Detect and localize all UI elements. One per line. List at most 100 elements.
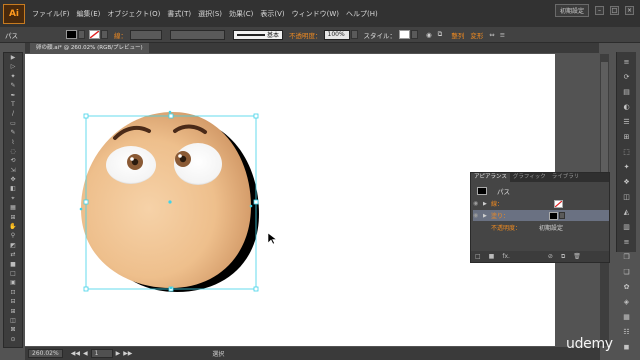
appearance-opacity-row[interactable]: 不透明度： 初期設定 — [473, 222, 609, 233]
prev-artboard-icon[interactable]: ◀ — [83, 350, 88, 357]
align-link[interactable]: 整列 — [451, 30, 464, 40]
workspace-switcher[interactable]: 初期設定 — [554, 4, 589, 17]
next-artboard-icon[interactable]: ▶ — [116, 350, 121, 357]
opacity-label[interactable]: 不透明度： — [289, 30, 322, 40]
tool-icon[interactable]: ✎ — [6, 129, 20, 137]
panel-toggle-icon[interactable]: ◭ — [620, 207, 634, 217]
last-artboard-icon[interactable]: ▶▶ — [123, 350, 132, 357]
tool-icon[interactable]: ⟲ — [6, 157, 20, 165]
transform-link[interactable]: 変形 — [470, 30, 483, 40]
tool-icon[interactable]: ▦ — [6, 204, 20, 212]
tab-libraries[interactable]: ライブラリ — [549, 173, 583, 182]
stroke-none-swatch[interactable] — [554, 199, 563, 208]
tool-icon[interactable]: T — [6, 101, 20, 109]
stroke-weight-label[interactable]: 線： — [114, 30, 127, 40]
panel-toggle-icon[interactable]: ❖ — [620, 177, 634, 187]
tool-icon[interactable]: ✎ — [6, 82, 20, 90]
tab-appearance[interactable]: アピアランス — [471, 173, 510, 182]
tool-icon[interactable]: ⊞ — [6, 214, 20, 222]
graphic-style-swatch[interactable] — [399, 30, 410, 39]
tool-icon[interactable]: ⚲ — [6, 232, 20, 240]
flip-icon[interactable]: ⇔ — [489, 31, 494, 39]
tool-icon[interactable]: / — [6, 110, 20, 118]
tool-icon[interactable]: ⌇ — [6, 139, 20, 147]
fill-swatch[interactable] — [66, 30, 77, 39]
tool-icon[interactable]: ◫ — [6, 317, 20, 325]
menu-item[interactable]: ウィンドウ(W) — [292, 9, 339, 19]
scroll-thumb[interactable] — [601, 62, 608, 182]
expand-triangle-icon[interactable]: ▶ — [483, 213, 491, 219]
tool-icon[interactable]: ▶ — [6, 54, 20, 62]
panel-toggle-icon[interactable]: ❒ — [620, 252, 634, 262]
visibility-eye-icon[interactable]: ◉ — [473, 212, 483, 219]
tool-icon[interactable]: ✋ — [6, 223, 20, 231]
tool-icon[interactable]: ◩ — [6, 242, 20, 250]
tool-icon[interactable]: □ — [6, 270, 20, 278]
opacity-field[interactable]: 100% — [323, 29, 350, 40]
panel-toggle-icon[interactable]: ☷ — [620, 327, 634, 337]
expand-triangle-icon[interactable]: ▶ — [483, 201, 491, 207]
isolate-icon[interactable]: ⧉ — [438, 30, 443, 39]
panel-toggle-icon[interactable]: ▥ — [620, 222, 634, 232]
tool-icon[interactable]: ✦ — [6, 73, 20, 81]
fill-dropdown[interactable] — [78, 30, 85, 39]
tool-icon[interactable]: ⊠ — [6, 326, 20, 334]
style-dropdown[interactable] — [411, 30, 418, 39]
opacity-row-label[interactable]: 不透明度： — [491, 223, 539, 232]
panel-toggle-icon[interactable]: ◈ — [620, 297, 634, 307]
menu-item[interactable]: ヘルプ(H) — [346, 9, 378, 19]
brush-definition[interactable]: 基本 — [233, 29, 283, 40]
tool-icon[interactable]: ◌ — [6, 148, 20, 156]
panel-toggle-icon[interactable]: ⊞ — [620, 132, 634, 142]
tool-icon[interactable]: ◧ — [6, 185, 20, 193]
tool-icon[interactable]: ▣ — [6, 279, 20, 287]
tool-icon[interactable]: ⊟ — [6, 298, 20, 306]
tool-icon[interactable]: ⇲ — [6, 167, 20, 175]
tool-icon[interactable]: ⊞ — [6, 308, 20, 316]
menu-item[interactable]: 表示(V) — [260, 9, 284, 19]
panel-toggle-icon[interactable]: ⬚ — [620, 147, 634, 157]
maximize-button[interactable]: □ — [610, 6, 619, 15]
panel-toggle-icon[interactable]: ◫ — [620, 192, 634, 202]
fill-row-label[interactable]: 塗り： — [491, 211, 539, 220]
menu-item[interactable]: オブジェクト(O) — [107, 9, 160, 19]
tool-icon[interactable]: ⊡ — [6, 289, 20, 297]
recolor-icon[interactable]: ◉ — [426, 31, 432, 39]
fill-row-dropdown[interactable] — [559, 212, 565, 219]
menu-item[interactable]: 編集(E) — [77, 9, 101, 19]
panel-toggle-icon[interactable]: ❏ — [620, 267, 634, 277]
close-button[interactable]: × — [625, 6, 634, 15]
tool-icon[interactable]: ✒ — [6, 92, 20, 100]
stroke-dropdown[interactable] — [101, 30, 108, 39]
panel-toggle-icon[interactable]: ◐ — [620, 102, 634, 112]
menu-item[interactable]: 選択(S) — [198, 9, 222, 19]
visibility-eye-icon[interactable]: ◉ — [473, 200, 483, 207]
menu-item[interactable]: ファイル(F) — [32, 9, 70, 19]
panel-menu-icon[interactable]: ≡ — [500, 31, 505, 39]
status-text[interactable]: 選択 — [212, 349, 224, 358]
duplicate-item-icon[interactable]: ⧉ — [561, 253, 565, 261]
zoom-field[interactable]: 260.02% — [28, 349, 63, 358]
panel-toggle-icon[interactable]: ☰ — [620, 117, 634, 127]
appearance-stroke-row[interactable]: ◉ ▶ 線： — [473, 198, 609, 209]
appearance-fill-row[interactable]: ◉ ▶ 塗り： — [473, 210, 609, 221]
menu-item[interactable]: 書式(T) — [167, 9, 191, 19]
panel-toggle-icon[interactable]: ⟳ — [620, 72, 634, 82]
menu-item[interactable]: 効果(C) — [229, 9, 253, 19]
stroke-swatch[interactable] — [89, 30, 100, 39]
document-tab[interactable]: 卵の顔.ai* @ 260.02% (RGB/プレビュー) — [30, 43, 149, 53]
variable-width-profile[interactable] — [170, 29, 225, 40]
first-artboard-icon[interactable]: ◀◀ — [71, 350, 80, 357]
tool-icon[interactable]: ▷ — [6, 63, 20, 71]
opacity-dropdown[interactable] — [350, 30, 358, 39]
tool-icon[interactable]: ⊙ — [6, 336, 20, 344]
add-fill-icon[interactable]: ■ — [489, 253, 495, 260]
tool-icon[interactable]: ⇄ — [6, 251, 20, 259]
tool-icon[interactable]: ■ — [6, 261, 20, 269]
panel-toggle-icon[interactable]: ▦ — [620, 312, 634, 322]
minimize-button[interactable]: – — [595, 6, 604, 15]
delete-item-icon[interactable]: 🗑 — [573, 253, 581, 260]
tool-icon[interactable]: ✥ — [6, 176, 20, 184]
add-effect-icon[interactable]: fx. — [502, 253, 510, 260]
stroke-weight-field[interactable] — [130, 29, 162, 40]
